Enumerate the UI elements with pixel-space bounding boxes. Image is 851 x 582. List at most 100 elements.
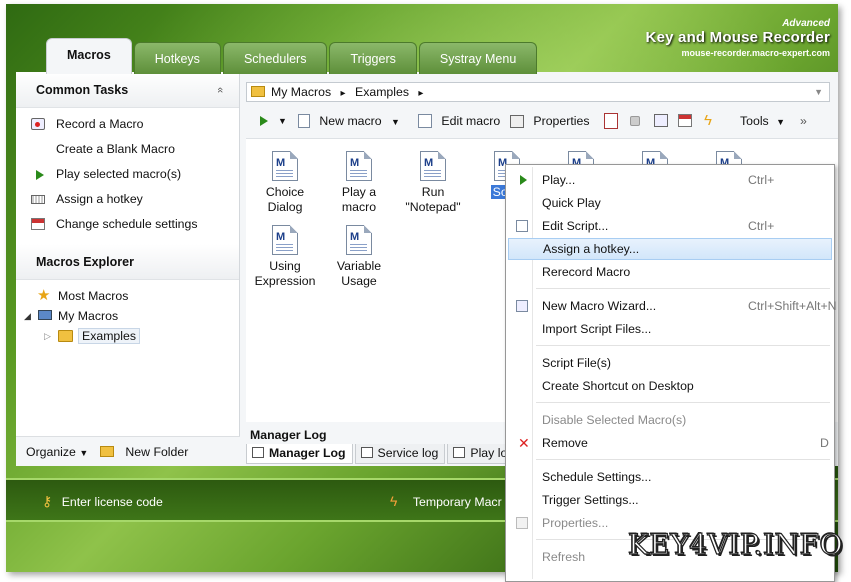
macro-file-icon: M (346, 151, 372, 181)
menu-item-new-macro-wizard[interactable]: New Macro Wizard... Ctrl+Shift+Alt+N (508, 295, 837, 317)
enter-license-button[interactable]: ⚷ Enter license code (42, 493, 163, 510)
temporary-macro-button[interactable]: ϟ Temporary Macr (390, 493, 502, 509)
tab-hotkeys[interactable]: Hotkeys (133, 42, 221, 74)
new-folder-button[interactable]: New Folder (100, 437, 188, 467)
new-folder-label: New Folder (125, 445, 189, 459)
breadcrumb-separator-icon[interactable]: ▸ (341, 88, 346, 99)
toolbar-overflow-icon[interactable]: » (800, 108, 807, 134)
file-play-a-macro[interactable]: M Play a macro (324, 151, 394, 215)
task-play-selected[interactable]: Play selected macro(s) (16, 162, 239, 187)
edit-macro-button[interactable]: Edit macro (418, 108, 500, 134)
temporary-label: Temporary Macr (412, 495, 502, 509)
macros-explorer-title: Macros Explorer (36, 255, 134, 269)
menu-label: Quick Play (542, 196, 601, 210)
menu-item-import-script-files[interactable]: Import Script Files... (508, 318, 832, 340)
file-variable-usage[interactable]: M Variable Usage (324, 225, 394, 289)
properties-icon (516, 517, 528, 529)
log-tab-manager[interactable]: Manager Log (246, 444, 353, 464)
lightning-icon: ϟ (390, 493, 398, 509)
macro-file-icon: M (272, 225, 298, 255)
brand-name: Key and Mouse Recorder (645, 29, 830, 46)
brand-advanced: Advanced (782, 18, 830, 29)
breadcrumb-my-macros[interactable]: My Macros (271, 85, 331, 99)
tab-triggers[interactable]: Triggers (329, 42, 417, 74)
tree-label: Most Macros (58, 289, 129, 303)
menu-shortcut: Ctrl+ (748, 219, 775, 233)
menu-item-trigger-settings[interactable]: Trigger Settings... (508, 489, 832, 511)
calendar-icon[interactable] (678, 114, 692, 127)
address-dropdown-icon[interactable]: ▼ (814, 83, 823, 101)
task-create-blank-macro[interactable]: Create a Blank Macro (16, 137, 239, 162)
computer-icon (38, 310, 52, 320)
menu-separator (536, 345, 830, 346)
menu-item-create-shortcut[interactable]: Create Shortcut on Desktop (508, 375, 832, 397)
task-label: Create a Blank Macro (56, 142, 175, 156)
tree-label: Examples (78, 328, 140, 344)
tree-label: My Macros (58, 309, 119, 323)
menu-shortcut: D (820, 436, 829, 450)
task-assign-hotkey[interactable]: Assign a hotkey (16, 187, 239, 212)
toolbar: ▼ New macro ▼ Edit macro Properties ϟ To… (246, 108, 838, 134)
edit-icon (516, 220, 528, 232)
menu-item-edit-script[interactable]: Edit Script... Ctrl+ (508, 215, 832, 237)
common-tasks-header[interactable]: Common Tasks « (16, 72, 239, 108)
collapse-icon[interactable]: « (202, 87, 238, 93)
log-tab-label: Service log (377, 446, 439, 460)
play-dropdown-icon[interactable]: ▼ (278, 108, 287, 134)
log-tab-service[interactable]: Service log (354, 444, 446, 464)
menu-item-remove[interactable]: ✕ Remove D (508, 432, 832, 454)
collapse-triangle-icon[interactable]: ◢ (24, 306, 31, 326)
new-macro-icon (298, 114, 310, 128)
play-icon[interactable] (260, 116, 268, 126)
menu-item-rerecord-macro[interactable]: Rerecord Macro (508, 261, 832, 283)
task-record-macro[interactable]: Record a Macro (16, 112, 239, 137)
menu-label: Properties... (542, 516, 609, 530)
keyboard-icon (31, 195, 45, 204)
menu-item-quick-play[interactable]: Quick Play (508, 192, 832, 214)
menu-label: Assign a hotkey... (543, 242, 640, 256)
menu-item-disable-macros[interactable]: Disable Selected Macro(s) (508, 409, 832, 431)
macro-file-icon: M (420, 151, 446, 181)
organize-button[interactable]: Organize ▼ (26, 437, 88, 468)
menu-item-script-files[interactable]: Script File(s) (508, 352, 832, 374)
file-run-notepad[interactable]: M Run "Notepad" (398, 151, 468, 215)
tab-schedulers[interactable]: Schedulers (222, 42, 328, 74)
tree-item-examples[interactable]: ▷ Examples (16, 326, 239, 346)
play-icon (520, 175, 527, 185)
properties-button[interactable]: Properties (510, 108, 589, 134)
tree-item-most-macros[interactable]: ★ Most Macros (16, 286, 239, 306)
edit-icon (418, 114, 432, 128)
remove-icon: ✕ (518, 435, 530, 451)
play-icon (36, 170, 44, 180)
new-macro-button[interactable]: New macro ▼ (298, 108, 400, 135)
tools-button[interactable]: Tools ▼ (740, 108, 785, 135)
menu-separator (536, 288, 830, 289)
file-choice-dialog[interactable]: M Choice Dialog (250, 151, 320, 215)
record-icon (31, 118, 45, 130)
new-macro-label: New macro (319, 114, 382, 128)
breadcrumb-separator-icon[interactable]: ▸ (418, 88, 423, 99)
menu-label: Play... (542, 173, 576, 187)
record-icon[interactable] (654, 114, 668, 127)
expand-triangle-icon[interactable]: ▷ (44, 326, 51, 346)
lock-icon[interactable] (630, 116, 640, 126)
menu-label: Edit Script... (542, 219, 609, 233)
checklist-icon[interactable] (604, 113, 618, 129)
common-tasks-list: Record a Macro Create a Blank Macro Play… (16, 108, 239, 244)
file-using-expression[interactable]: M Using Expression (250, 225, 320, 289)
tab-systray-menu[interactable]: Systray Menu (418, 42, 538, 74)
breadcrumb-examples[interactable]: Examples (355, 85, 409, 99)
menu-item-assign-hotkey[interactable]: Assign a hotkey... (508, 238, 832, 260)
lightning-icon[interactable]: ϟ (704, 108, 712, 134)
tree-item-my-macros[interactable]: ◢ My Macros (16, 306, 239, 326)
menu-label: Schedule Settings... (542, 470, 652, 484)
log-icon (252, 447, 264, 458)
log-tab-label: Manager Log (269, 446, 346, 460)
tab-macros[interactable]: Macros (46, 38, 132, 74)
menu-item-schedule-settings[interactable]: Schedule Settings... (508, 466, 832, 488)
dropdown-arrow-icon: ▼ (776, 117, 786, 127)
menu-item-play[interactable]: Play... Ctrl+ (508, 169, 832, 191)
menu-label: New Macro Wizard... (542, 299, 657, 313)
task-change-schedule[interactable]: Change schedule settings (16, 212, 239, 237)
address-bar[interactable]: My Macros ▸ Examples ▸ ▼ (246, 82, 830, 102)
